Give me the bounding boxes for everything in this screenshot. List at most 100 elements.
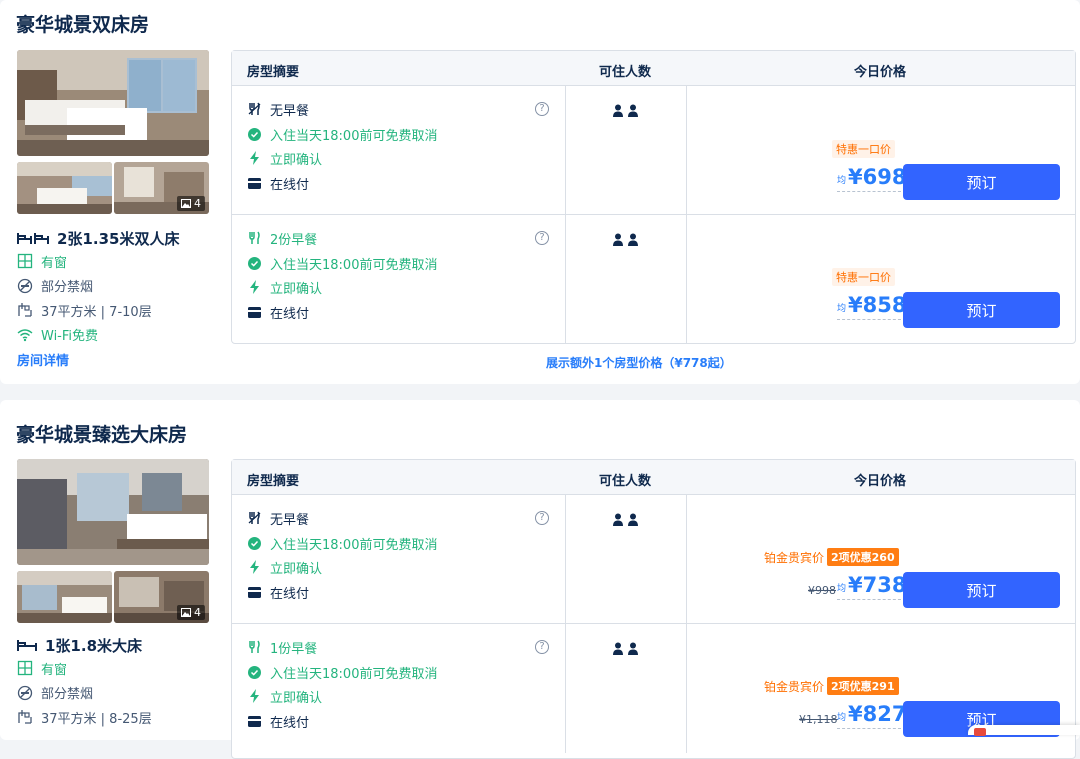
- area-fact: 37平方米 | 7-10层: [17, 298, 222, 323]
- room-photo-thumb-2[interactable]: 4: [114, 162, 209, 214]
- more-rates-link[interactable]: 展示额外1个房型价格（¥778起）: [546, 354, 732, 371]
- meal-perk: 无早餐: [248, 509, 309, 528]
- rate-row: 2份早餐 ? 入住当天18:00前可免费取消 立即确认 在线付 特惠一口价 均 …: [232, 215, 1075, 344]
- credit-card-icon: [248, 715, 261, 727]
- credit-card-icon: [248, 306, 261, 318]
- header-price: 今日价格: [854, 474, 907, 489]
- room-photo-main[interactable]: [17, 50, 209, 156]
- breakfast-icon: [249, 640, 260, 653]
- rate-row: 无早餐 ? 入住当天18:00前可免费取消 立即确认 在线付 特惠一口价 均 ¥…: [232, 86, 1075, 215]
- price: 均 ¥827: [837, 702, 907, 729]
- floating-widget[interactable]: [968, 725, 1080, 736]
- confirm-perk: 立即确认: [248, 558, 322, 577]
- double-bed-icon: [17, 640, 37, 651]
- check-circle-icon: [248, 665, 261, 679]
- promo-tag: 特惠一口价: [832, 140, 895, 158]
- window-icon: [17, 254, 33, 269]
- image-icon: [181, 608, 191, 617]
- credit-card-icon: [248, 177, 261, 189]
- two-persons-icon: [613, 513, 638, 526]
- room-photo-thumb-1[interactable]: [17, 571, 112, 623]
- lightning-icon: [250, 280, 259, 294]
- discount-badge[interactable]: 2项优惠260: [827, 548, 899, 566]
- room-photo-thumb-2[interactable]: 4: [114, 571, 209, 623]
- lightning-icon: [250, 151, 259, 165]
- rate-row: 无早餐 ? 入住当天18:00前可免费取消 立即确认 在线付 铂金贵宾价 2项优…: [232, 495, 1075, 624]
- no-smoking-icon: [17, 278, 33, 293]
- confirm-perk: 立即确认: [248, 149, 322, 168]
- rate-row: 1份早餐 ? 入住当天18:00前可免费取消 立即确认 在线付 铂金贵宾价 2项…: [232, 624, 1075, 753]
- credit-card-icon: [248, 586, 261, 598]
- book-button[interactable]: 预订: [903, 292, 1060, 328]
- price: 均 ¥858: [837, 293, 907, 320]
- image-icon: [181, 199, 191, 208]
- meal-perk: 2份早餐: [248, 229, 317, 248]
- discount-badge[interactable]: 2项优惠291: [827, 677, 899, 695]
- member-price-label: 铂金贵宾价: [764, 551, 825, 565]
- table-header: 房型摘要 可住人数 今日价格: [232, 51, 1075, 86]
- no-breakfast-icon: [248, 511, 261, 524]
- no-breakfast-icon: [248, 102, 261, 115]
- two-persons-icon: [613, 233, 638, 246]
- header-guests: 可住人数: [599, 65, 652, 80]
- bed-info: 1张1.8米大床: [17, 634, 222, 656]
- pay-perk: 在线付: [248, 174, 309, 193]
- area-icon: [18, 303, 32, 317]
- photo-count-badge[interactable]: 4: [177, 196, 205, 211]
- smoking-fact: 部分禁烟: [17, 274, 222, 299]
- photo-count-badge[interactable]: 4: [177, 605, 205, 620]
- room-title: 豪华城景臻选大床房: [16, 424, 188, 446]
- twin-bed-icon: [17, 233, 49, 244]
- pay-perk: 在线付: [248, 303, 309, 322]
- guest-count: [612, 233, 640, 247]
- meal-perk: 1份早餐: [248, 638, 317, 657]
- confirm-perk: 立即确认: [248, 278, 322, 297]
- room-card-2: 豪华城景臻选大床房 4 1张1.8米大床 有窗 部分禁烟 37平方米 | 8-2…: [0, 400, 1080, 759]
- check-circle-icon: [248, 127, 261, 141]
- original-price: ¥1,118: [799, 713, 838, 726]
- info-icon[interactable]: ?: [535, 102, 549, 116]
- cancel-perk: 入住当天18:00前可免费取消: [248, 125, 437, 144]
- no-smoking-icon: [17, 685, 33, 700]
- room-facts: 1张1.8米大床 有窗 部分禁烟 37平方米 | 8-25层: [17, 634, 222, 730]
- widget-icon: [974, 728, 986, 736]
- header-guests: 可住人数: [599, 474, 652, 489]
- room-card-1: 豪华城景双床房 4 2张1.35米双人床 有窗 部分禁烟 37平方米 | 7-1…: [0, 0, 1080, 384]
- book-button[interactable]: 预订: [903, 572, 1060, 608]
- promo-tag: 特惠一口价: [832, 268, 895, 286]
- bed-info: 2张1.35米双人床: [17, 227, 222, 249]
- header-summary: 房型摘要: [247, 474, 300, 489]
- room-facts: 2张1.35米双人床 有窗 部分禁烟 37平方米 | 7-10层 Wi-Fi免费…: [17, 227, 222, 369]
- book-button[interactable]: 预订: [903, 164, 1060, 200]
- area-icon: [18, 710, 32, 724]
- rate-table-2: 房型摘要 可住人数 今日价格 无早餐 ? 入住当天18:00前可免费取消 立即确…: [231, 459, 1076, 759]
- lightning-icon: [250, 560, 259, 574]
- wifi-icon: [17, 329, 33, 341]
- two-persons-icon: [613, 642, 638, 655]
- info-icon[interactable]: ?: [535, 511, 549, 525]
- cancel-perk: 入住当天18:00前可免费取消: [248, 534, 437, 553]
- header-price: 今日价格: [854, 65, 907, 80]
- guest-count: [612, 513, 640, 527]
- check-circle-icon: [248, 536, 261, 550]
- wifi-fact: Wi-Fi免费: [17, 323, 222, 348]
- info-icon[interactable]: ?: [535, 231, 549, 245]
- member-price-label: 铂金贵宾价: [764, 680, 825, 694]
- breakfast-icon: [249, 231, 260, 244]
- pay-perk: 在线付: [248, 712, 309, 731]
- lightning-icon: [250, 689, 259, 703]
- price: 均 ¥698: [837, 165, 907, 192]
- window-fact: 有窗: [17, 656, 222, 681]
- guest-count: [612, 642, 640, 656]
- room-photo-main[interactable]: [17, 459, 209, 565]
- guest-count: [612, 104, 640, 118]
- smoking-fact: 部分禁烟: [17, 681, 222, 706]
- room-photo-thumb-1[interactable]: [17, 162, 112, 214]
- info-icon[interactable]: ?: [535, 640, 549, 654]
- check-circle-icon: [248, 256, 261, 270]
- room-detail-link[interactable]: 房间详情: [17, 350, 69, 369]
- window-fact: 有窗: [17, 249, 222, 274]
- meal-perk: 无早餐: [248, 100, 309, 119]
- two-persons-icon: [613, 104, 638, 117]
- room-title: 豪华城景双床房: [16, 14, 150, 36]
